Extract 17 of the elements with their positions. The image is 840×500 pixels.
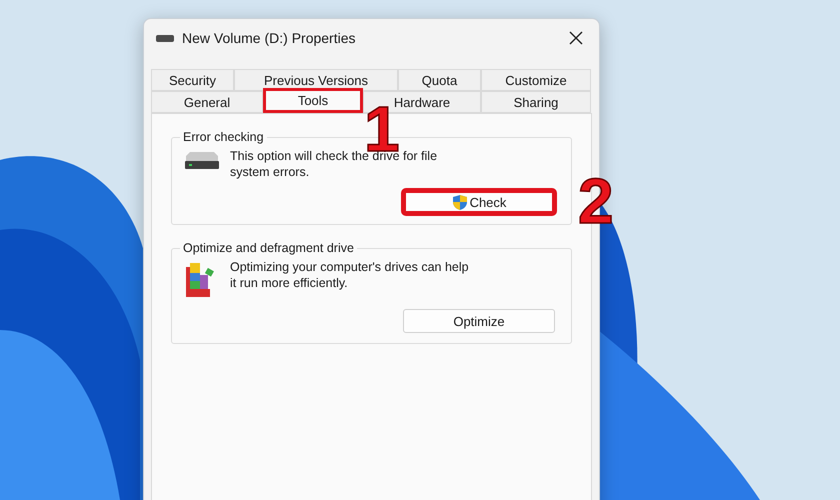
tab[interactable]: Previous Versions: [234, 69, 398, 91]
tab[interactable]: Customize: [481, 69, 591, 91]
tab[interactable]: Quota: [398, 69, 481, 91]
group-title: Optimize and defragment drive: [182, 241, 355, 255]
tab[interactable]: Tools: [263, 88, 363, 113]
window-title: New Volume (D:) Properties: [182, 30, 357, 46]
tab[interactable]: Security: [151, 69, 234, 91]
description-text: Optimizing your computer's drives can help it run more efficiently.: [230, 259, 470, 291]
drive-icon: [156, 34, 174, 42]
group-title: Error checking: [182, 130, 265, 144]
step-number: 2: [578, 176, 614, 226]
close-icon: [569, 31, 583, 45]
tab[interactable]: General: [151, 91, 263, 113]
shield-icon: [452, 194, 468, 210]
tab[interactable]: Sharing: [481, 91, 591, 113]
optimize-button[interactable]: Optimize: [403, 309, 555, 333]
check-button[interactable]: Check: [403, 190, 555, 214]
